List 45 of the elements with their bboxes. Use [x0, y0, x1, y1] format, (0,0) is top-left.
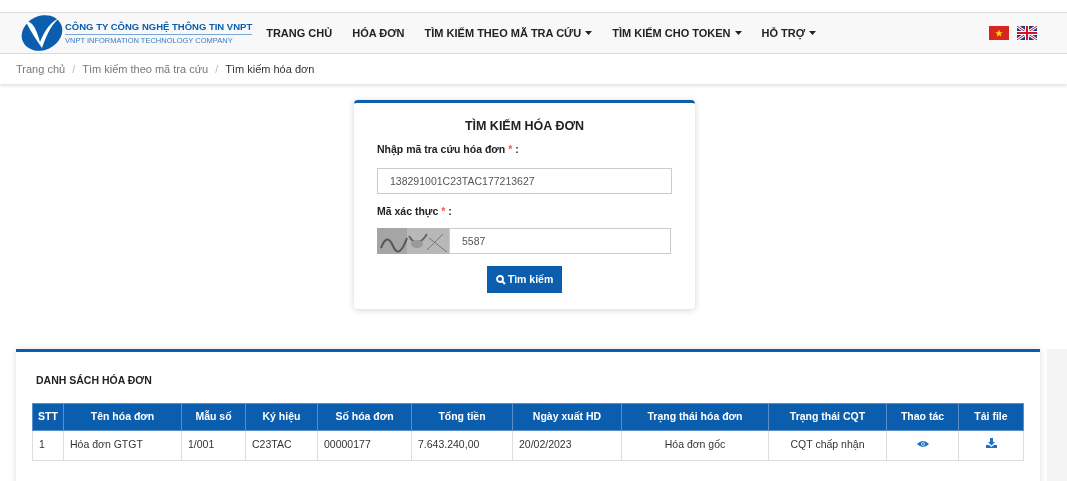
download-button[interactable] — [985, 438, 997, 449]
column-header: Mẫu số — [181, 403, 246, 431]
column-header: Trạng thái CQT — [768, 403, 887, 431]
breadcrumb-current-page: Tìm kiếm hóa đơn — [225, 61, 315, 77]
table-cell: Hóa đơn GTGT — [63, 430, 182, 461]
nav-menu-item[interactable]: TÌM KIẾM CHO TOKEN — [612, 24, 742, 42]
lookup-code-field[interactable]: 138291001C23TAC177213627 — [377, 167, 672, 194]
table-title: DANH SÁCH HÓA ĐƠN — [36, 373, 153, 388]
column-header: STT — [32, 403, 64, 431]
breadcrumb-separator: / — [72, 61, 76, 77]
column-header: Tải file — [958, 403, 1024, 431]
column-header: Tổng tiền — [411, 403, 513, 431]
table-cell: 00000177 — [317, 430, 412, 461]
nav-menu-item[interactable]: TÌM KIẾM THEO MÃ TRA CỨU — [424, 24, 593, 42]
search-button[interactable]: Tìm kiếm — [486, 266, 563, 294]
breadcrumb-link[interactable]: Trang chủ — [16, 60, 66, 78]
captcha-field[interactable]: 5587 — [449, 228, 671, 255]
table-cell: Hóa đơn gốc — [621, 430, 769, 461]
nav-menu-item[interactable]: HÓA ĐƠN — [352, 24, 405, 42]
view-button[interactable] — [916, 440, 929, 449]
column-header: Trạng thái hóa đơn — [621, 403, 769, 431]
vietnam-flag-icon[interactable] — [989, 26, 1009, 40]
eye-icon — [916, 440, 929, 449]
form-title: TÌM KIẾM HÓA ĐƠN — [463, 117, 586, 135]
table-cell: CQT chấp nhận — [768, 430, 887, 461]
table-cell: 7.643.240,00 — [411, 430, 513, 461]
table-cell: 1/001 — [181, 430, 246, 461]
breadcrumb-separator: / — [215, 61, 219, 77]
nav-menu-item[interactable]: TRANG CHỦ — [266, 24, 333, 42]
download-icon — [985, 438, 997, 449]
breadcrumb-link[interactable]: Tìm kiếm theo mã tra cứu — [82, 60, 209, 78]
column-header: Thao tác — [886, 403, 959, 431]
lookup-label: Nhập mã tra cứu hóa đơn * : — [377, 141, 520, 158]
column-header: Ký hiệu — [245, 403, 318, 431]
company-name: CÔNG TY CÔNG NGHỆ THÔNG TIN VNPT — [65, 20, 253, 35]
column-header: Tên hóa đơn — [63, 403, 182, 431]
column-header: Ngày xuất HD — [512, 403, 622, 431]
table-cell: 1 — [32, 430, 64, 461]
table-cell: 20/02/2023 — [512, 430, 622, 461]
nav-menu-item[interactable]: HỖ TRỢ — [761, 24, 817, 42]
search-icon — [495, 274, 506, 285]
column-header: Số hóa đơn — [317, 403, 412, 431]
table-cell: C23TAC — [245, 430, 318, 461]
captcha-label: Mã xác thực * : — [377, 203, 453, 220]
uk-flag-icon[interactable] — [1017, 26, 1037, 40]
